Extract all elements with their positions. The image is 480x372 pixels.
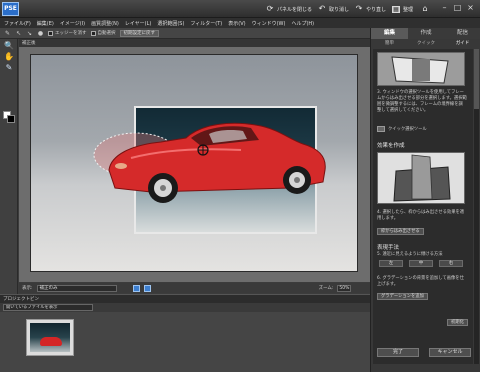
option-checkbox-1[interactable]: エッジーを消す	[48, 30, 87, 36]
tab-share[interactable]: 配信	[444, 28, 480, 39]
status-bar: 表示: 補正のみ ズーム: 50%	[19, 283, 370, 293]
subtract-selection-icon[interactable]: ↘	[26, 30, 33, 37]
guided-preview-image-effect	[377, 152, 465, 204]
perspective-left-button[interactable]: 左	[379, 260, 403, 267]
project-bin-filter: 開いているファイルを表示	[0, 303, 370, 312]
zoom-tool-icon[interactable]: 🔍	[4, 41, 14, 51]
menu-window[interactable]: ウィンドウ(W)	[252, 20, 286, 27]
menu-help[interactable]: ヘルプ(H)	[291, 20, 314, 27]
add-gradient-button[interactable]: グラデーションを追加	[377, 293, 428, 300]
bin-thumbnail[interactable]	[26, 319, 74, 356]
close-icon[interactable]: ×	[466, 3, 475, 12]
reset-options-button[interactable]: 初期設定に戻す	[119, 29, 159, 37]
view-select[interactable]: 補正のみ	[36, 284, 117, 292]
menu-edit[interactable]: 編集(E)	[37, 20, 54, 27]
subtab-quick-fix[interactable]: 簡単	[371, 40, 408, 48]
photo-canvas[interactable]	[30, 54, 358, 272]
step5-text: 5. 遠近に見えるように傾ける方法	[377, 252, 443, 257]
redo-label: やり直し	[366, 6, 387, 13]
panel-scrollbar[interactable]	[474, 49, 479, 364]
checkbox-box[interactable]	[48, 30, 53, 36]
perspective-center-button[interactable]: 中	[409, 260, 433, 267]
undo-icon: ↶	[318, 4, 326, 13]
brush-size-icon[interactable]: ●	[37, 30, 44, 37]
panel-toggle-button[interactable]: ⟳ パネルを閉じる	[266, 3, 312, 15]
tool-options-bar: ✎ ↖ ↘ ● エッジーを消す 自動選択 初期設定に戻す	[0, 28, 370, 39]
menu-image[interactable]: イメージ(I)	[60, 20, 85, 27]
option-checkbox-2[interactable]: 自動選択	[90, 30, 116, 36]
bin-filter-select[interactable]: 開いているファイルを表示	[3, 304, 93, 311]
minimize-icon[interactable]: –	[440, 3, 449, 12]
zoom-label: ズーム:	[318, 286, 334, 291]
project-bin-title: プロジェクトビン	[3, 297, 39, 302]
document-tab[interactable]: 補正後	[19, 39, 370, 47]
guided-panel-content: 3. ウィンドウの選択ツールを使用してフレームからはみ出させる部分を選択します。…	[373, 49, 473, 364]
undo-label: 取り消し	[329, 6, 350, 13]
panel-toggle-label: パネルを閉じる	[277, 6, 313, 13]
perspective-right-button[interactable]: 右	[439, 260, 463, 267]
pop-out-effect-button[interactable]: 枠からはみ出させる	[377, 228, 424, 235]
step4-text: 4. 選択したら、枠からはみ出させる効果を適用します。	[377, 210, 465, 221]
panel-scrollbar-thumb[interactable]	[474, 49, 479, 109]
guided-preview-image-top	[377, 52, 465, 86]
right-panel: 編集 作成 配信 簡単 クイック ガイド 3. ウィンドウの選択ツールを使用して…	[370, 28, 480, 372]
maximize-icon[interactable]: □	[453, 3, 462, 12]
quick-select-icon[interactable]: ✎	[4, 30, 11, 37]
canvas-area[interactable]	[19, 47, 370, 282]
app-logo: PSE	[2, 2, 19, 16]
subtab-guided[interactable]: ガイド	[444, 40, 480, 48]
menu-select[interactable]: 選択範囲(S)	[157, 20, 184, 27]
title-bar: PSE ⟳ パネルを閉じる ↶ 取り消し ↷ やり直し ▦ 整理 ⌂ – □ ×	[0, 0, 480, 18]
view-label: 表示:	[22, 286, 33, 291]
redo-icon: ↷	[355, 4, 363, 13]
tab-create[interactable]: 作成	[408, 28, 444, 39]
add-selection-icon[interactable]: ↖	[15, 30, 22, 37]
subtab-quick[interactable]: クイック	[408, 40, 444, 48]
thumbnail-image	[30, 323, 70, 352]
home-icon: ⌂	[422, 4, 428, 13]
option-checkbox-1-label: エッジーを消す	[55, 31, 87, 36]
quick-selection-tool-icon[interactable]: ✎	[4, 63, 14, 73]
menu-bar: ファイル(F) 編集(E) イメージ(I) 画質調整(N) レイヤー(L) 選択…	[0, 18, 480, 28]
organize-button[interactable]: ▦ 整理	[392, 3, 413, 15]
home-button[interactable]: ⌂	[421, 3, 429, 15]
quick-select-tool-row[interactable]: クイック選択ツール	[377, 126, 427, 132]
zoom-input[interactable]: 50%	[337, 284, 352, 292]
rotate-right-icon[interactable]	[143, 284, 151, 292]
menu-enhance[interactable]: 画質調整(N)	[91, 20, 119, 27]
car-image	[93, 122, 326, 203]
refresh-icon: ⟳	[266, 4, 274, 13]
checkbox-box[interactable]	[90, 30, 96, 36]
thumbnail-car	[40, 337, 62, 346]
cancel-button[interactable]: キャンセル	[429, 348, 471, 357]
quick-select-icon	[377, 126, 385, 132]
menu-view[interactable]: 表示(V)	[228, 20, 245, 27]
done-button[interactable]: 完了	[377, 348, 419, 357]
background-color-swatch[interactable]	[7, 115, 15, 123]
hand-tool-icon[interactable]: ✋	[4, 52, 14, 62]
reset-panel-button[interactable]: 初期化	[447, 319, 468, 326]
step1-text: 3. ウィンドウの選択ツールを使用してフレームからはみ出させる部分を選択します。…	[377, 90, 467, 113]
rotate-left-icon[interactable]	[132, 284, 140, 292]
menu-layer[interactable]: レイヤー(L)	[125, 20, 152, 27]
organize-label: 整理	[403, 6, 414, 13]
tool-button-label: クイック選択ツール	[388, 127, 427, 132]
document-tab-title: 補正後	[22, 41, 36, 46]
menu-file[interactable]: ファイル(F)	[4, 20, 31, 27]
section-effect-heading: 効果を作成	[377, 143, 405, 149]
project-bin	[0, 312, 370, 372]
project-bin-header[interactable]: プロジェクトビン	[0, 294, 370, 303]
section-style-heading: 表現手法	[377, 245, 400, 251]
tab-edit[interactable]: 編集	[371, 28, 408, 39]
organizer-icon: ▦	[392, 5, 400, 13]
undo-button[interactable]: ↶ 取り消し	[318, 3, 349, 15]
redo-button[interactable]: ↷ やり直し	[355, 3, 386, 15]
menu-filter[interactable]: フィルター(T)	[190, 20, 222, 27]
option-checkbox-2-label: 自動選択	[97, 31, 116, 36]
step6-text: 6. グラデーションの背景を追加して画像を仕上げます。	[377, 276, 464, 287]
